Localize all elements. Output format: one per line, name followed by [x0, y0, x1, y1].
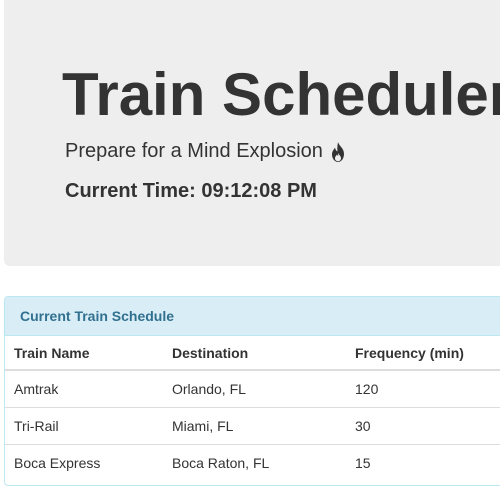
schedule-panel: Current Train Schedule Train Name Destin…: [4, 296, 500, 486]
train-name-cell: Tri-Rail: [5, 407, 172, 445]
panel-heading: Current Train Schedule: [5, 297, 500, 336]
column-header-train-name: Train Name: [5, 336, 172, 371]
destination-cell: Miami, FL: [172, 407, 355, 445]
frequency-cell: 30: [355, 407, 500, 445]
table-header-row: Train Name Destination Frequency (min): [5, 336, 500, 371]
page-title: Train Scheduler: [62, 61, 500, 128]
table-row: Boca Express Boca Raton, FL 15: [5, 444, 500, 481]
destination-cell: Orlando, FL: [172, 369, 355, 408]
column-header-destination: Destination: [172, 336, 355, 371]
current-time-label: Current Time:: [65, 180, 196, 202]
fire-icon: [329, 141, 347, 162]
current-time-value: 09:12:08 PM: [201, 180, 317, 202]
column-header-frequency: Frequency (min): [355, 336, 500, 371]
jumbotron: Train Scheduler Prepare for a Mind Explo…: [4, 0, 500, 266]
current-time: Current Time: 09:12:08 PM: [65, 180, 317, 203]
frequency-cell: 120: [355, 369, 500, 408]
schedule-table: Train Name Destination Frequency (min) A…: [5, 336, 500, 481]
lead-text: Prepare for a Mind Explosion: [65, 140, 347, 163]
train-name-cell: Boca Express: [5, 444, 172, 481]
frequency-cell: 15: [355, 444, 500, 481]
train-name-cell: Amtrak: [5, 369, 172, 408]
table-row: Tri-Rail Miami, FL 30: [5, 407, 500, 445]
table-row: Amtrak Orlando, FL 120: [5, 369, 500, 408]
lead-label: Prepare for a Mind Explosion: [65, 140, 323, 162]
destination-cell: Boca Raton, FL: [172, 444, 355, 481]
